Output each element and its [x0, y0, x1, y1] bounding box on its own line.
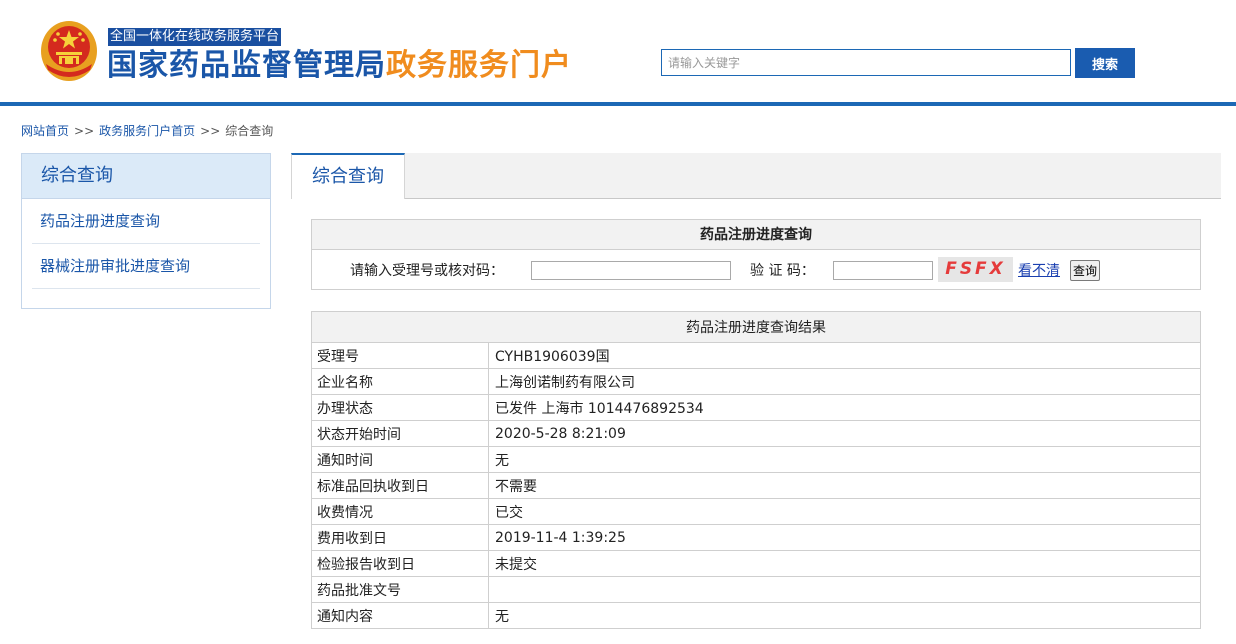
- breadcrumb: 网站首页 >> 政务服务门户首页 >> 综合查询: [21, 122, 273, 139]
- site-header: 全国一体化在线政务服务平台 国家药品监督管理局政务服务门户 搜索: [0, 0, 1236, 104]
- sidebar-item-device-registration[interactable]: 器械注册审批进度查询: [32, 244, 260, 289]
- search-button[interactable]: 搜索: [1075, 48, 1135, 78]
- result-field-value: 2019-11-4 1:39:25: [488, 524, 1201, 551]
- breadcrumb-separator: >>: [200, 124, 221, 138]
- site-title-sub: 政务服务门户: [386, 48, 572, 83]
- result-field-label: 检验报告收到日: [311, 550, 489, 577]
- result-field-label: 收费情况: [311, 498, 489, 525]
- result-field-value: 上海创诺制药有限公司: [488, 368, 1201, 395]
- captcha-input[interactable]: [833, 261, 933, 280]
- captcha-label: 验 证 码：: [750, 263, 815, 279]
- result-field-value: CYHB1906039国: [488, 342, 1201, 369]
- refresh-captcha-link[interactable]: 看不清: [1018, 260, 1060, 280]
- results-table: 药品注册进度查询结果 受理号 CYHB1906039国 企业名称 上海创诺制药有限公司…: [311, 311, 1201, 629]
- query-form: 药品注册进度查询 请输入受理号或核对码： 验 证 码： FSFX 看不清 查询: [311, 219, 1201, 290]
- table-row: 药品批准文号: [311, 576, 1201, 603]
- platform-tag[interactable]: 全国一体化在线政务服务平台: [108, 28, 282, 46]
- site-title-main: 国家药品监督管理局: [107, 48, 386, 83]
- table-row: 通知时间无: [311, 446, 1201, 473]
- tab-comprehensive-query[interactable]: 综合查询: [291, 153, 405, 199]
- breadcrumb-current: 综合查询: [225, 124, 274, 138]
- result-field-label: 通知内容: [311, 602, 489, 629]
- breadcrumb-separator: >>: [74, 124, 95, 138]
- result-field-label: 通知时间: [311, 446, 489, 473]
- tab-bar: 综合查询: [291, 153, 1221, 199]
- query-form-title: 药品注册进度查询: [312, 220, 1200, 250]
- result-field-value: 2020-5-28 8:21:09: [488, 420, 1201, 447]
- sidebar-title: 综合查询: [22, 154, 270, 199]
- site-title: 国家药品监督管理局政务服务门户: [107, 46, 572, 86]
- breadcrumb-home[interactable]: 网站首页: [21, 124, 69, 138]
- sidebar-item-drug-registration[interactable]: 药品注册进度查询: [32, 199, 260, 244]
- captcha-image[interactable]: FSFX: [938, 257, 1013, 282]
- table-row: 通知内容无: [311, 602, 1201, 629]
- query-button[interactable]: 查询: [1070, 260, 1101, 281]
- result-field-label: 药品批准文号: [311, 576, 489, 603]
- sidebar: 综合查询 药品注册进度查询 器械注册审批进度查询: [21, 153, 271, 309]
- query-form-row: 请输入受理号或核对码： 验 证 码： FSFX 看不清 查询: [312, 250, 1200, 290]
- result-field-value: 未提交: [488, 550, 1201, 577]
- table-row: 办理状态 已发件 上海市 1014476892534: [311, 394, 1201, 421]
- result-field-label: 标准品回执收到日: [311, 472, 489, 499]
- table-row: 标准品回执收到日 不需要: [311, 472, 1201, 499]
- result-field-value: 不需要: [488, 472, 1201, 499]
- result-field-label: 费用收到日: [311, 524, 489, 551]
- result-field-label: 办理状态: [311, 394, 489, 421]
- table-row: 企业名称 上海创诺制药有限公司: [311, 368, 1201, 395]
- result-field-label: 状态开始时间: [311, 420, 489, 447]
- acceptance-number-input[interactable]: [531, 261, 731, 280]
- table-row: 受理号 CYHB1906039国: [311, 342, 1201, 369]
- result-field-value: 无: [488, 446, 1201, 473]
- search-input[interactable]: [661, 49, 1071, 76]
- table-row: 状态开始时间 2020-5-28 8:21:09: [311, 420, 1201, 447]
- table-row: 收费情况 已交: [311, 498, 1201, 525]
- results-title: 药品注册进度查询结果: [311, 311, 1201, 343]
- results-body: 受理号 CYHB1906039国 企业名称 上海创诺制药有限公司 办理状态 已发件 上海市…: [311, 342, 1201, 629]
- results-header-row: 药品注册进度查询结果: [311, 311, 1201, 343]
- acceptance-number-label: 请输入受理号或核对码：: [350, 263, 504, 279]
- result-field-label: 受理号: [311, 342, 489, 369]
- national-emblem-icon: [41, 21, 97, 81]
- table-row: 费用收到日 2019-11-4 1:39:25: [311, 524, 1201, 551]
- result-field-label: 企业名称: [311, 368, 489, 395]
- result-field-value: 无: [488, 602, 1201, 629]
- result-field-value: 已交: [488, 498, 1201, 525]
- header-divider: [0, 102, 1236, 106]
- breadcrumb-portal[interactable]: 政务服务门户首页: [99, 124, 195, 138]
- result-field-value: 已发件 上海市 1014476892534: [488, 394, 1201, 421]
- result-field-value: [488, 576, 1201, 603]
- table-row: 检验报告收到日 未提交: [311, 550, 1201, 577]
